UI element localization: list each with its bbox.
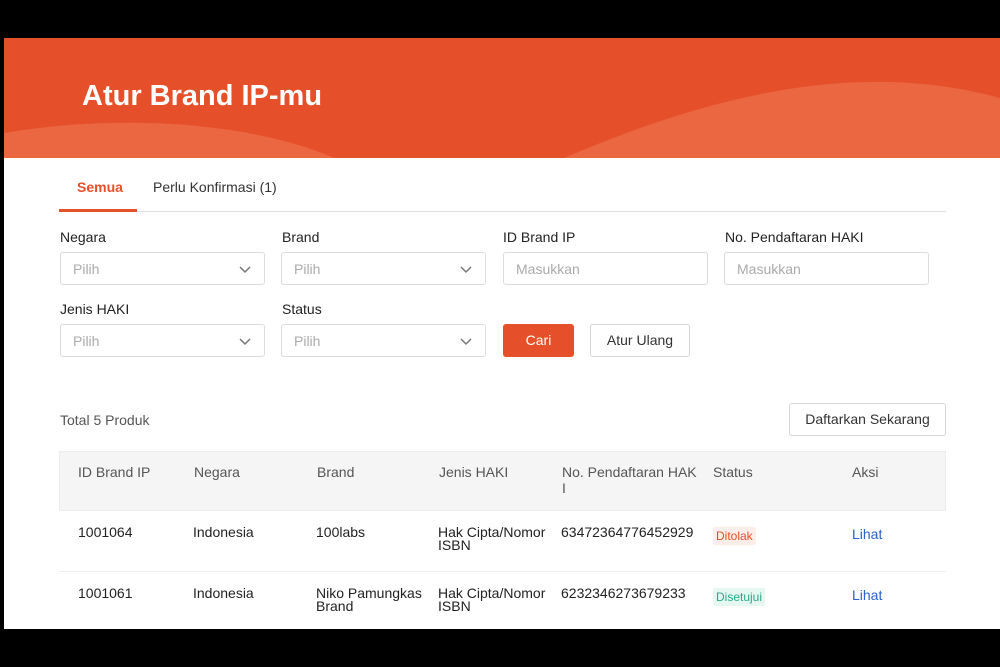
chevron-down-icon: [239, 338, 251, 346]
jenis-haki-select[interactable]: Pilih: [60, 324, 265, 357]
cell-jenis-haki: Hak Cipta/Nomor ISBN: [438, 586, 545, 614]
id-brand-ip-placeholder: Masukkan: [516, 261, 580, 277]
app-window: Atur Brand IP-mu Semua Perlu Konfirmasi …: [4, 38, 1000, 629]
no-pendaftaran-label: No. Pendaftaran HAKI: [725, 229, 864, 245]
negara-placeholder: Pilih: [73, 261, 100, 277]
table-header: ID Brand IP Negara Brand Jenis HAKI No. …: [59, 451, 946, 511]
cell-id: 1001064: [78, 524, 133, 540]
jenis-haki-label: Jenis HAKI: [60, 301, 130, 317]
cell-jenis-haki: Hak Cipta/Nomor ISBN: [438, 525, 545, 553]
tab-all[interactable]: Semua: [77, 179, 123, 195]
cell-brand-line2: Brand: [316, 598, 354, 614]
cell-negara: Indonesia: [193, 585, 254, 601]
negara-select[interactable]: Pilih: [60, 252, 265, 285]
jenis-haki-placeholder: Pilih: [73, 333, 100, 349]
status-select[interactable]: Pilih: [281, 324, 486, 357]
negara-label: Negara: [60, 229, 106, 245]
header-no-pendaftaran-line2: I: [562, 480, 566, 496]
search-button[interactable]: Cari: [503, 324, 574, 357]
cell-negara: Indonesia: [193, 524, 254, 540]
cell-brand-line1: 100labs: [316, 524, 366, 540]
register-now-button[interactable]: Daftarkan Sekarang: [789, 403, 946, 436]
header-id-brand-ip: ID Brand IP: [78, 464, 151, 480]
cell-jenis-line2: ISBN: [438, 598, 471, 614]
header-status: Status: [713, 464, 753, 480]
chevron-down-icon: [239, 266, 251, 274]
chevron-down-icon: [460, 338, 472, 346]
view-link[interactable]: Lihat: [852, 526, 882, 542]
view-link[interactable]: Lihat: [852, 587, 882, 603]
total-count: Total 5 Produk: [60, 412, 150, 428]
cell-jenis-line2: ISBN: [438, 537, 471, 553]
status-label: Status: [282, 301, 322, 317]
status-placeholder: Pilih: [294, 333, 321, 349]
no-pendaftaran-placeholder: Masukkan: [737, 261, 801, 277]
id-brand-ip-input[interactable]: Masukkan: [503, 252, 708, 285]
tab-bar: Semua Perlu Konfirmasi (1): [59, 168, 946, 212]
header-no-pendaftaran: No. Pendaftaran HAK I: [562, 464, 697, 496]
no-pendaftaran-input[interactable]: Masukkan: [724, 252, 929, 285]
page-title: Atur Brand IP-mu: [82, 80, 323, 112]
status-badge: Disetujui: [713, 588, 766, 606]
header-no-pendaftaran-line1: No. Pendaftaran HAK: [562, 464, 697, 480]
table-row: 1001064 Indonesia 100labs Hak Cipta/Nomo…: [59, 511, 946, 572]
brand-select[interactable]: Pilih: [281, 252, 486, 285]
cell-id: 1001061: [78, 585, 133, 601]
reset-button[interactable]: Atur Ulang: [590, 324, 690, 357]
status-badge: Ditolak: [713, 527, 756, 545]
header-banner: Atur Brand IP-mu: [4, 38, 1000, 158]
table-row: 1001061 Indonesia Niko Pamungkas Brand H…: [59, 572, 946, 629]
brand-label: Brand: [282, 229, 320, 245]
chevron-down-icon: [460, 266, 472, 274]
header-jenis-haki: Jenis HAKI: [439, 464, 509, 480]
header-aksi: Aksi: [852, 464, 879, 480]
cell-no-pendaftaran: 63472364776452929: [561, 524, 694, 540]
id-brand-ip-label: ID Brand IP: [503, 229, 576, 245]
active-tab-indicator: [59, 209, 137, 212]
header-negara: Negara: [194, 464, 240, 480]
cell-brand: 100labs: [316, 524, 366, 540]
cell-no-pendaftaran: 6232346273679233: [561, 585, 686, 601]
brand-placeholder: Pilih: [294, 261, 321, 277]
cell-brand: Niko Pamungkas Brand: [316, 586, 422, 614]
header-brand: Brand: [317, 464, 355, 480]
tab-needs-confirmation[interactable]: Perlu Konfirmasi (1): [153, 179, 277, 195]
